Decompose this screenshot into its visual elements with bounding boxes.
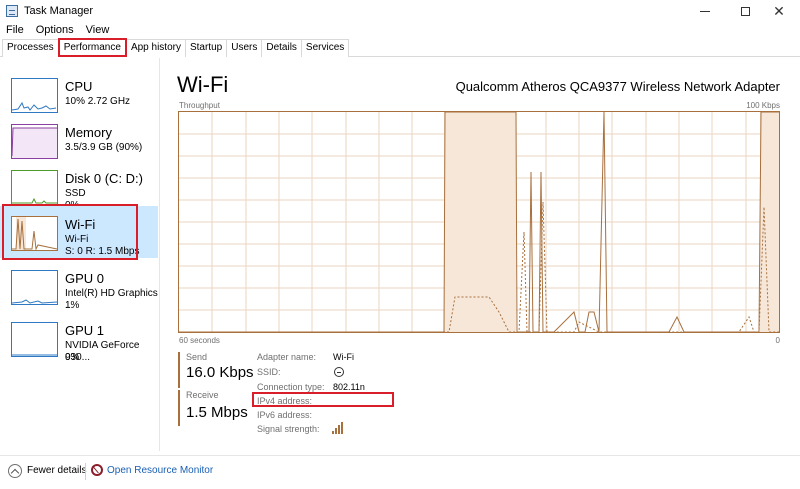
resource-cpu[interactable]: CPU 10% 2.72 GHz <box>0 68 158 120</box>
receive-area <box>444 112 516 332</box>
resource-detail: 3.5/3.9 GB (90%) <box>65 142 143 153</box>
resource-gpu0[interactable]: GPU 0 Intel(R) HD Graphics ... 1% <box>0 260 158 312</box>
resource-detail: 10% 2.72 GHz <box>65 96 131 107</box>
memory-sparkline <box>12 127 57 158</box>
resource-monitor-icon[interactable] <box>91 464 103 476</box>
fewer-details-button[interactable]: Fewer details <box>27 465 86 476</box>
open-resource-monitor-link[interactable]: Open Resource Monitor <box>107 465 213 476</box>
tab-performance[interactable]: Performance <box>57 38 127 57</box>
close-icon: ✕ <box>773 2 785 19</box>
menu-bar: File Options View <box>0 22 115 38</box>
resource-gpu1[interactable]: GPU 1 NVIDIA GeForce 930... 0% <box>0 312 158 364</box>
maximize-button[interactable] <box>728 0 762 22</box>
graph-max-label: 100 Kbps <box>746 101 780 110</box>
graph-zero-label: 0 <box>775 336 780 345</box>
footer-bar: Fewer details Open Resource Monitor <box>0 455 800 489</box>
resource-detail: SSD <box>65 188 86 199</box>
maximize-icon <box>740 6 750 16</box>
throughput-chart <box>179 112 779 332</box>
gpu0-thumbnail <box>11 270 58 305</box>
tab-app-history[interactable]: App history <box>125 39 186 57</box>
send-value: 16.0 Kbps <box>186 364 254 381</box>
ipv4-highlight-box <box>252 392 394 407</box>
signal-strength-icon <box>332 422 346 434</box>
cpu-sparkline <box>12 101 57 111</box>
receive-stat: Receive 1.5 Mbps <box>178 390 250 426</box>
send-stat: Send 16.0 Kbps <box>178 352 254 388</box>
throughput-graph <box>178 111 780 333</box>
privacy-icon <box>334 367 344 377</box>
menu-options[interactable]: Options <box>30 22 80 38</box>
window-title: Task Manager <box>24 5 94 17</box>
tab-processes[interactable]: Processes <box>2 39 59 57</box>
task-manager-icon <box>6 5 18 17</box>
page-title: Wi-Fi <box>177 72 229 97</box>
menu-view[interactable]: View <box>80 22 116 38</box>
graph-time-label: 60 seconds <box>179 336 220 345</box>
tab-services[interactable]: Services <box>300 39 350 57</box>
minimize-icon <box>700 10 710 12</box>
memory-thumbnail <box>11 124 58 159</box>
adapter-name: Qualcomm Atheros QCA9377 Wireless Networ… <box>455 79 780 94</box>
resource-name: Disk 0 (C: D:) <box>65 171 143 186</box>
wifi-highlight-box <box>2 204 138 260</box>
tab-startup[interactable]: Startup <box>184 39 228 57</box>
resource-usage: 0% <box>65 352 80 363</box>
receive-value: 1.5 Mbps <box>186 404 248 421</box>
disk-thumbnail <box>11 170 58 205</box>
minimize-button[interactable] <box>688 0 722 22</box>
footer-divider <box>85 463 86 480</box>
cpu-thumbnail <box>11 78 58 113</box>
resource-usage: 1% <box>65 300 80 311</box>
resource-name: CPU <box>65 79 93 94</box>
chevron-up-icon[interactable] <box>8 464 22 478</box>
close-button[interactable]: ✕ <box>762 0 796 22</box>
tab-bar: Processes Performance App history Startu… <box>0 38 800 57</box>
disk-sparkline <box>12 197 57 204</box>
gpu1-thumbnail <box>11 322 58 357</box>
title-bar: Task Manager ✕ <box>0 0 800 22</box>
receive-area <box>760 112 779 332</box>
resource-name: Memory <box>65 125 112 140</box>
resource-name: GPU 0 <box>65 271 105 286</box>
resource-name: GPU 1 <box>65 323 105 338</box>
gpu0-sparkline <box>12 299 57 304</box>
tab-details[interactable]: Details <box>261 39 302 57</box>
graph-label: Throughput <box>179 101 220 110</box>
tab-users[interactable]: Users <box>226 39 263 57</box>
receive-label: Receive <box>186 390 219 400</box>
menu-file[interactable]: File <box>0 22 30 38</box>
resource-memory[interactable]: Memory 3.5/3.9 GB (90%) <box>0 114 158 166</box>
send-label: Send <box>186 352 208 362</box>
gpu1-sparkline <box>12 354 57 356</box>
